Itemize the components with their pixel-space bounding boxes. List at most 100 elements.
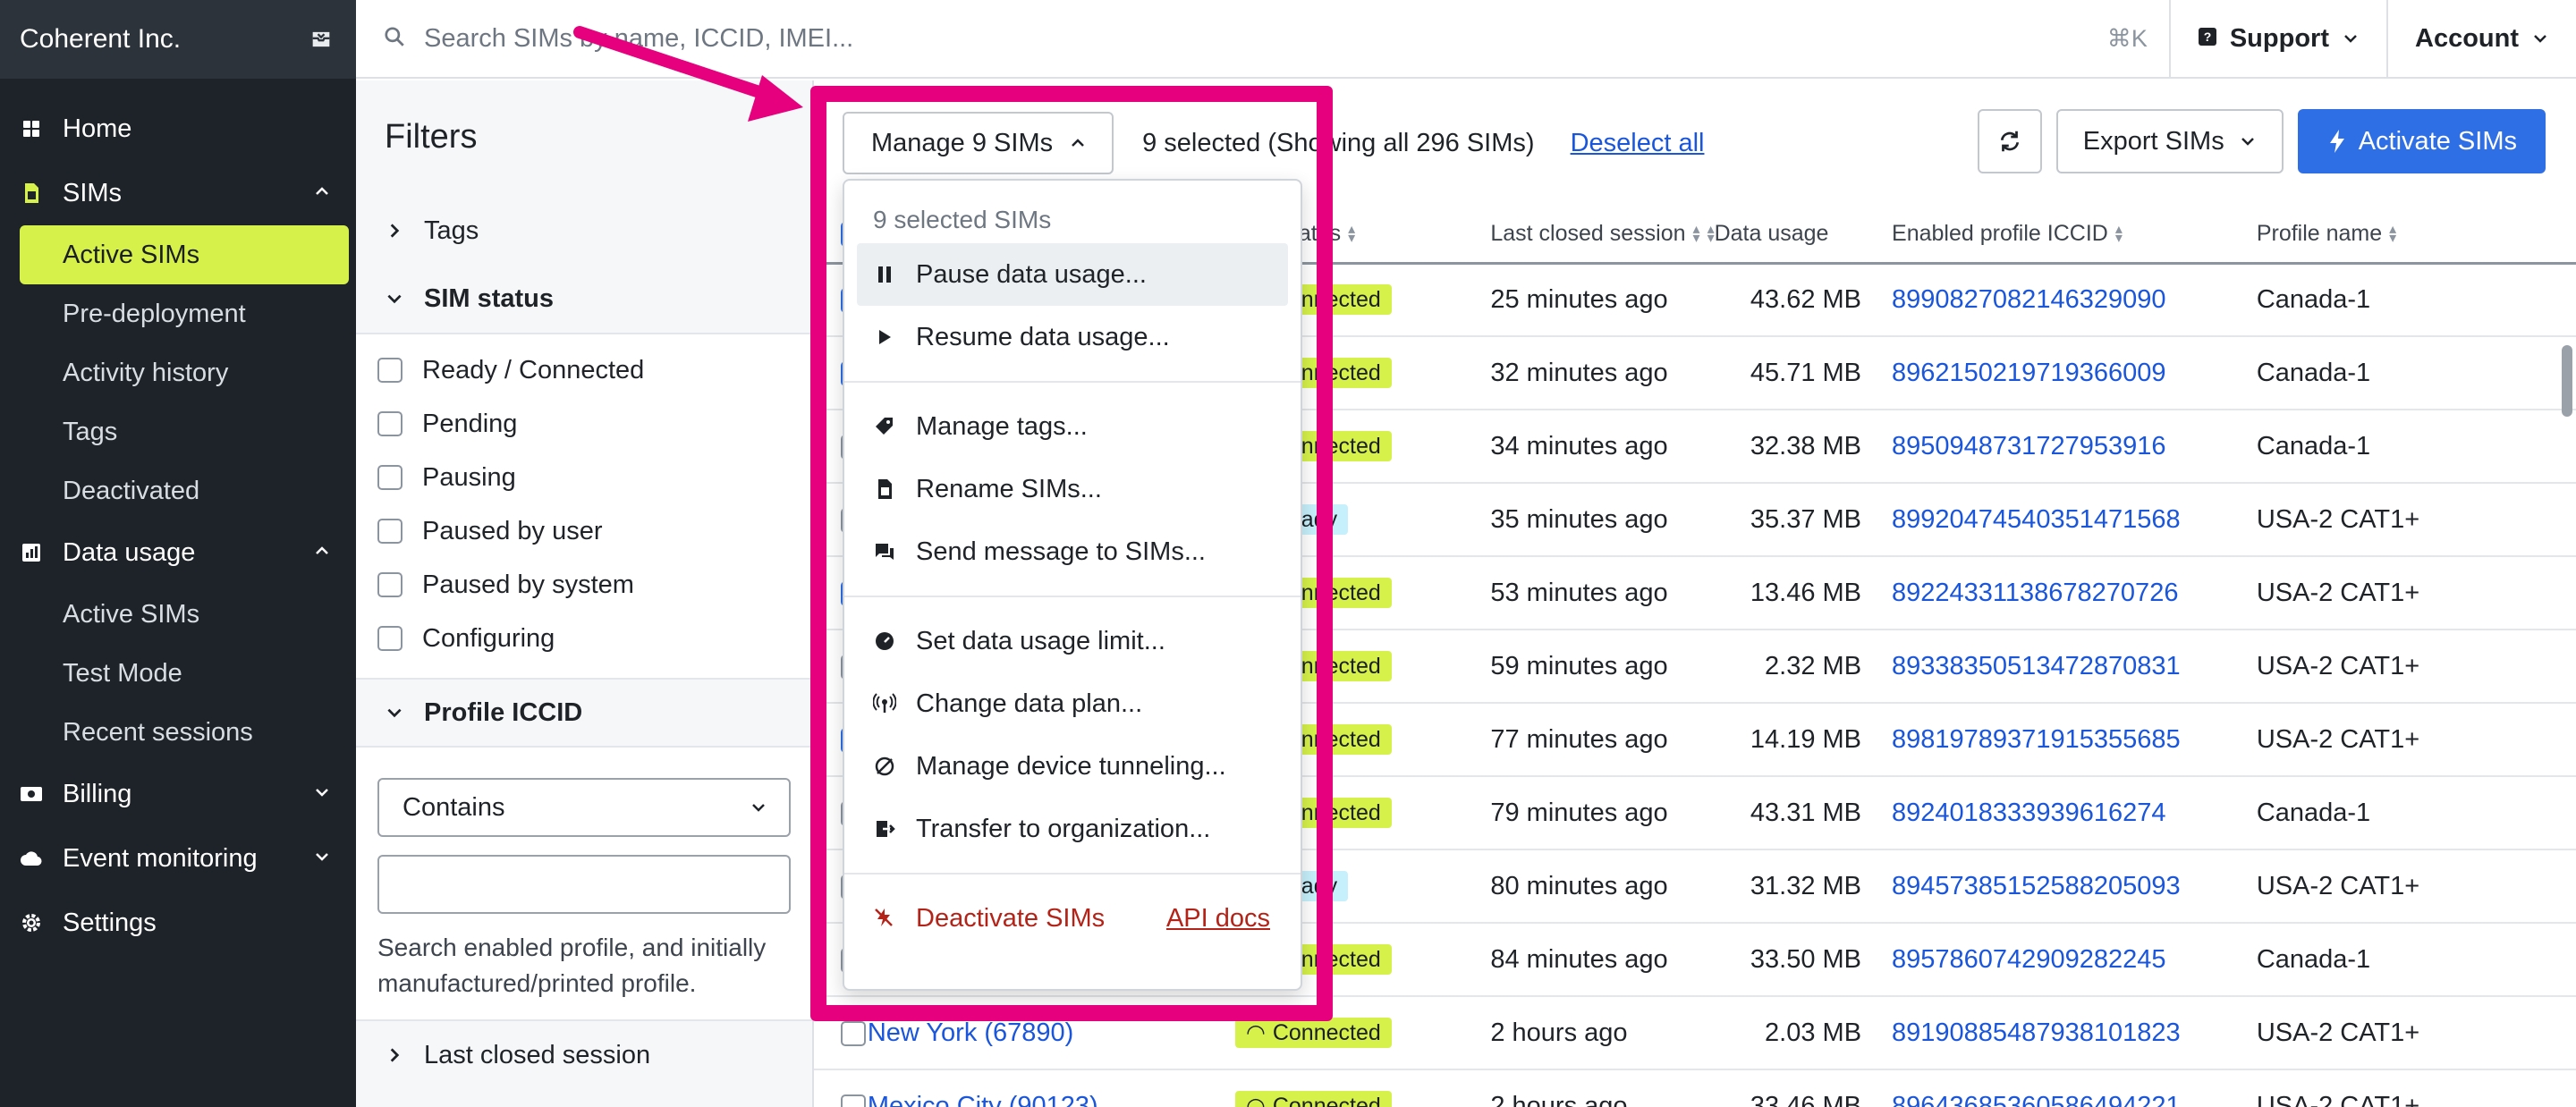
filter-section-profile-iccid[interactable]: Profile ICCID bbox=[356, 678, 812, 746]
data-usage-cell: 43.31 MB bbox=[1699, 776, 1893, 850]
checkbox[interactable] bbox=[377, 411, 402, 436]
status-option[interactable]: Paused by user bbox=[356, 504, 812, 558]
iccid-link[interactable]: 8924018333939616274 bbox=[1892, 799, 2165, 827]
activate-sims-button[interactable]: Activate SIMs bbox=[2297, 109, 2546, 173]
profile-column-header[interactable]: Profile name ▴ ▾ bbox=[2256, 206, 2576, 265]
menu-item-set-limit[interactable]: Set data usage limit... bbox=[857, 610, 1288, 672]
status-option[interactable]: Pausing bbox=[356, 451, 812, 504]
chevron-down-icon bbox=[2534, 35, 2546, 43]
iccid-column-header[interactable]: Enabled profile ICCID ▴ ▾ bbox=[1892, 206, 2257, 265]
menu-divider bbox=[844, 381, 1301, 383]
chevron-up-icon bbox=[1072, 139, 1084, 147]
sidebar-item-home[interactable]: Home bbox=[0, 97, 356, 161]
menu-item-rename-sims[interactable]: Rename SIMs... bbox=[857, 458, 1288, 520]
sidebar-item-usage-active-sims[interactable]: Active SIMs bbox=[20, 585, 349, 644]
iccid-help-text: Search enabled profile, and initially ma… bbox=[377, 934, 767, 997]
sidebar-item-recent-sessions[interactable]: Recent sessions bbox=[20, 703, 349, 762]
sim-icon bbox=[20, 182, 43, 205]
menu-item-tunneling[interactable]: Manage device tunneling... bbox=[857, 735, 1288, 798]
sidebar-item-sims[interactable]: SIMs bbox=[0, 161, 356, 225]
sidebar-item-event-monitoring[interactable]: Event monitoring bbox=[0, 826, 356, 891]
iccid-link[interactable]: 8950948731727953916 bbox=[1892, 432, 2165, 461]
menu-item-deactivate[interactable]: Deactivate SIMs bbox=[873, 904, 1105, 934]
sidebar-item-sims-active[interactable]: Active SIMs bbox=[20, 225, 349, 284]
sidebar-item-pre-deployment[interactable]: Pre-deployment bbox=[20, 284, 349, 343]
status-option[interactable]: Paused by system bbox=[356, 558, 812, 612]
sidebar-item-label: Home bbox=[63, 114, 132, 143]
iccid-link[interactable]: 89457385152588205093 bbox=[1892, 872, 2181, 900]
data-usage-column-header[interactable]: ▴ ▾Data usage bbox=[1699, 206, 1893, 265]
profile-cell: Canada-1 bbox=[2256, 776, 2576, 850]
sidebar-item-tags[interactable]: Tags bbox=[20, 402, 349, 461]
account-label: Account bbox=[2415, 23, 2519, 53]
menu-item-transfer[interactable]: Transfer to organization... bbox=[857, 798, 1288, 860]
profile-cell: USA-2 CAT1+ bbox=[2256, 996, 2576, 1070]
checkbox[interactable] bbox=[377, 358, 402, 383]
data-usage-cell: 2.32 MB bbox=[1699, 630, 1893, 704]
row-checkbox[interactable] bbox=[841, 1020, 866, 1046]
iccid-input[interactable] bbox=[377, 855, 791, 914]
table-scrollbar[interactable] bbox=[2562, 345, 2572, 417]
filter-section-last-session[interactable]: Last closed session bbox=[356, 1021, 812, 1089]
chevron-up-icon[interactable] bbox=[313, 542, 331, 560]
last-session-cell: 2 hours ago bbox=[1490, 996, 1700, 1070]
sim-name-link[interactable]: Mexico City (90123) bbox=[868, 1092, 1098, 1107]
deselect-all-link[interactable]: Deselect all bbox=[1571, 129, 1705, 158]
checkbox-label: Configuring bbox=[422, 623, 555, 653]
menu-item-pause-data[interactable]: Pause data usage... bbox=[857, 243, 1288, 306]
status-checkbox-list: Ready / Connected Pending Pausing Paused… bbox=[356, 333, 812, 678]
sidebar-item-activity-history[interactable]: Activity history bbox=[20, 343, 349, 402]
support-menu-button[interactable]: ? Support bbox=[2168, 0, 2386, 77]
row-checkbox[interactable] bbox=[841, 1094, 866, 1107]
iccid-link[interactable]: 89643685360586494221 bbox=[1892, 1092, 2181, 1107]
last-session-column-header[interactable]: Last closed session ▴ ▾ bbox=[1490, 206, 1700, 265]
table-row[interactable]: Mexico City (90123) ◠ Connected 2 hours ago… bbox=[814, 1069, 2576, 1107]
chevron-right-icon bbox=[390, 1048, 400, 1062]
status-option[interactable]: Ready / Connected bbox=[356, 343, 812, 397]
iccid-link[interactable]: 8957860742909282245 bbox=[1892, 945, 2165, 974]
iccid-link[interactable]: 89224331138678270726 bbox=[1892, 579, 2178, 607]
sidebar-item-deactivated[interactable]: Deactivated bbox=[20, 461, 349, 520]
inbox-icon[interactable] bbox=[308, 26, 335, 53]
account-menu-button[interactable]: Account bbox=[2386, 0, 2576, 77]
sim-name-link[interactable]: New York (67890) bbox=[868, 1018, 1074, 1047]
checkbox[interactable] bbox=[377, 572, 402, 597]
status-option[interactable]: Configuring bbox=[356, 612, 812, 665]
chevron-up-icon[interactable] bbox=[313, 182, 331, 200]
sidebar-item-test-mode[interactable]: Test Mode bbox=[20, 644, 349, 703]
sidebar-item-data-usage[interactable]: Data usage bbox=[0, 520, 356, 585]
sidebar-item-billing[interactable]: Billing bbox=[0, 762, 356, 826]
chevron-down-icon bbox=[2241, 138, 2254, 146]
sidebar-item-settings[interactable]: Settings bbox=[0, 891, 356, 955]
menu-item-change-plan[interactable]: Change data plan... bbox=[857, 672, 1288, 735]
profile-cell: USA-2 CAT1+ bbox=[2256, 703, 2576, 777]
menu-item-label: Rename SIMs... bbox=[916, 474, 1102, 503]
status-option[interactable]: Pending bbox=[356, 397, 812, 451]
iccid-link[interactable]: 8990827082146329090 bbox=[1892, 285, 2165, 314]
iccid-link[interactable]: 89338350513472870831 bbox=[1892, 652, 2181, 680]
checkbox[interactable] bbox=[377, 465, 402, 490]
checkbox[interactable] bbox=[377, 519, 402, 544]
checkbox[interactable] bbox=[377, 626, 402, 651]
menu-item-send-message[interactable]: Send message to SIMs... bbox=[857, 520, 1288, 583]
menu-item-resume-data[interactable]: Resume data usage... bbox=[857, 306, 1288, 368]
refresh-button[interactable] bbox=[1977, 109, 2042, 173]
iccid-link[interactable]: 89819789371915355685 bbox=[1892, 725, 2181, 754]
iccid-link[interactable]: 89920474540351471568 bbox=[1892, 505, 2181, 534]
iccid-link[interactable]: 8962150219719366009 bbox=[1892, 359, 2165, 387]
manage-sims-button[interactable]: Manage 9 SIMs bbox=[843, 112, 1114, 174]
api-docs-link[interactable]: API docs bbox=[1166, 904, 1270, 934]
menu-item-manage-tags[interactable]: Manage tags... bbox=[857, 395, 1288, 458]
iccid-link[interactable]: 89190885487938101823 bbox=[1892, 1018, 2181, 1047]
match-mode-select[interactable]: Contains bbox=[377, 778, 791, 837]
table-row[interactable]: New York (67890) ◠ Connected 2 hours ago 2.0… bbox=[814, 996, 2576, 1070]
last-session-cell: 25 minutes ago bbox=[1490, 263, 1700, 337]
search-input[interactable] bbox=[424, 23, 2107, 54]
org-header[interactable]: Coherent Inc. bbox=[0, 0, 356, 79]
filter-section-tags[interactable]: Tags bbox=[356, 197, 812, 265]
chevron-down-icon[interactable] bbox=[313, 783, 331, 801]
chevron-down-icon[interactable] bbox=[313, 848, 331, 866]
export-sims-button[interactable]: Export SIMs bbox=[2055, 109, 2284, 173]
billing-icon bbox=[20, 782, 43, 806]
filter-section-sim-status[interactable]: SIM status bbox=[356, 265, 812, 333]
